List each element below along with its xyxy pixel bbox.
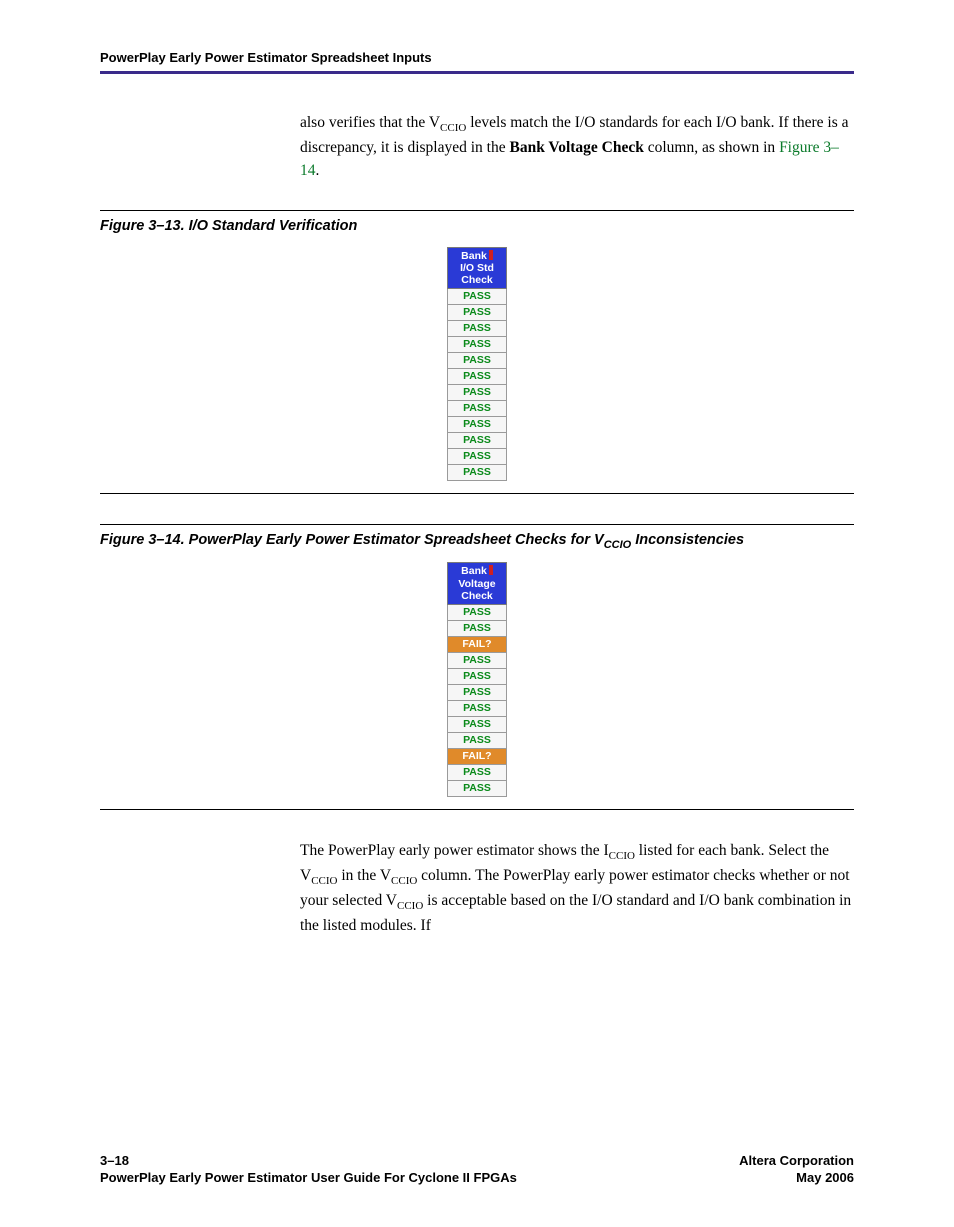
table-row: PASS [448, 764, 507, 780]
table-row: PASS [448, 668, 507, 684]
table-row: PASS [448, 352, 507, 368]
header-title: PowerPlay Early Power Estimator Spreadsh… [100, 50, 432, 65]
figure-13-caption: Figure 3–13. I/O Standard Verification [100, 217, 854, 237]
fig13-h1: Bank [461, 250, 487, 262]
doc-title: PowerPlay Early Power Estimator User Gui… [100, 1170, 517, 1185]
footer-right: Altera Corporation May 2006 [739, 1152, 854, 1187]
figure-14-rule-bot [100, 809, 854, 810]
para1-mid2: column, as shown in [644, 139, 779, 156]
fig14-cap-pre: Figure 3–14. PowerPlay Early Power Estim… [100, 532, 604, 548]
para1-text: also verifies that the V [300, 114, 440, 131]
table-row: PASS [448, 732, 507, 748]
paragraph-1: also verifies that the VCCIO levels matc… [300, 112, 854, 182]
figure-14-body: PASS PASS FAIL? PASS PASS PASS PASS PASS… [448, 604, 507, 796]
fig14-h3: Check [461, 590, 493, 602]
page-header: PowerPlay Early Power Estimator Spreadsh… [100, 50, 854, 74]
fig14-h1: Bank [461, 565, 487, 577]
fig13-h2: I/O Std [460, 262, 494, 274]
excel-comment-marker-icon [489, 565, 493, 575]
p2-s1: CCIO [609, 850, 635, 862]
table-row: PASS [448, 464, 507, 480]
figure-13-table: Bank I/O Std Check PASS PASS PASS PASS P… [447, 247, 507, 481]
para1-sub1: CCIO [440, 122, 466, 134]
table-row: PASS [448, 432, 507, 448]
doc-date: May 2006 [796, 1170, 854, 1185]
table-row: PASS [448, 288, 507, 304]
table-row: FAIL? [448, 748, 507, 764]
footer-left: 3–18 PowerPlay Early Power Estimator Use… [100, 1152, 517, 1187]
figure-14-header: Bank Voltage Check [448, 563, 507, 604]
fig14-cap-sub: CCIO [604, 539, 632, 551]
table-row: PASS [448, 652, 507, 668]
table-row: PASS [448, 304, 507, 320]
figure-14-rule-top [100, 524, 854, 525]
figure-14-caption: Figure 3–14. PowerPlay Early Power Estim… [100, 531, 854, 553]
figure-13-rule-bot [100, 493, 854, 494]
table-row: PASS [448, 780, 507, 796]
p2-s3: CCIO [391, 875, 417, 887]
para1-bold: Bank Voltage Check [510, 139, 644, 156]
figure-14-table: Bank Voltage Check PASS PASS FAIL? PASS … [447, 562, 507, 796]
figure-13-rule-top [100, 210, 854, 211]
fig14-cap-post: Inconsistencies [631, 532, 744, 548]
para1-tail: . [316, 162, 320, 179]
table-row: PASS [448, 604, 507, 620]
table-row: PASS [448, 368, 507, 384]
paragraph-2: The PowerPlay early power estimator show… [300, 840, 854, 938]
figure-13-body: PASS PASS PASS PASS PASS PASS PASS PASS … [448, 288, 507, 480]
fig14-h2: Voltage [458, 578, 495, 590]
p2-s4: CCIO [397, 900, 423, 912]
table-row: PASS [448, 700, 507, 716]
p2-t1: The PowerPlay early power estimator show… [300, 842, 609, 859]
table-row: PASS [448, 620, 507, 636]
p2-s2: CCIO [311, 875, 337, 887]
page-footer: 3–18 PowerPlay Early Power Estimator Use… [100, 1152, 854, 1187]
table-row: PASS [448, 716, 507, 732]
excel-comment-marker-icon [489, 250, 493, 260]
fig13-h3: Check [461, 274, 493, 286]
table-row: PASS [448, 684, 507, 700]
table-row: PASS [448, 416, 507, 432]
table-row: PASS [448, 336, 507, 352]
table-row: PASS [448, 448, 507, 464]
table-row: PASS [448, 320, 507, 336]
table-row: PASS [448, 400, 507, 416]
table-row: PASS [448, 384, 507, 400]
p2-t3: in the V [337, 867, 391, 884]
table-row: FAIL? [448, 636, 507, 652]
company-name: Altera Corporation [739, 1153, 854, 1168]
figure-13-header: Bank I/O Std Check [448, 247, 507, 288]
page-number: 3–18 [100, 1153, 129, 1168]
